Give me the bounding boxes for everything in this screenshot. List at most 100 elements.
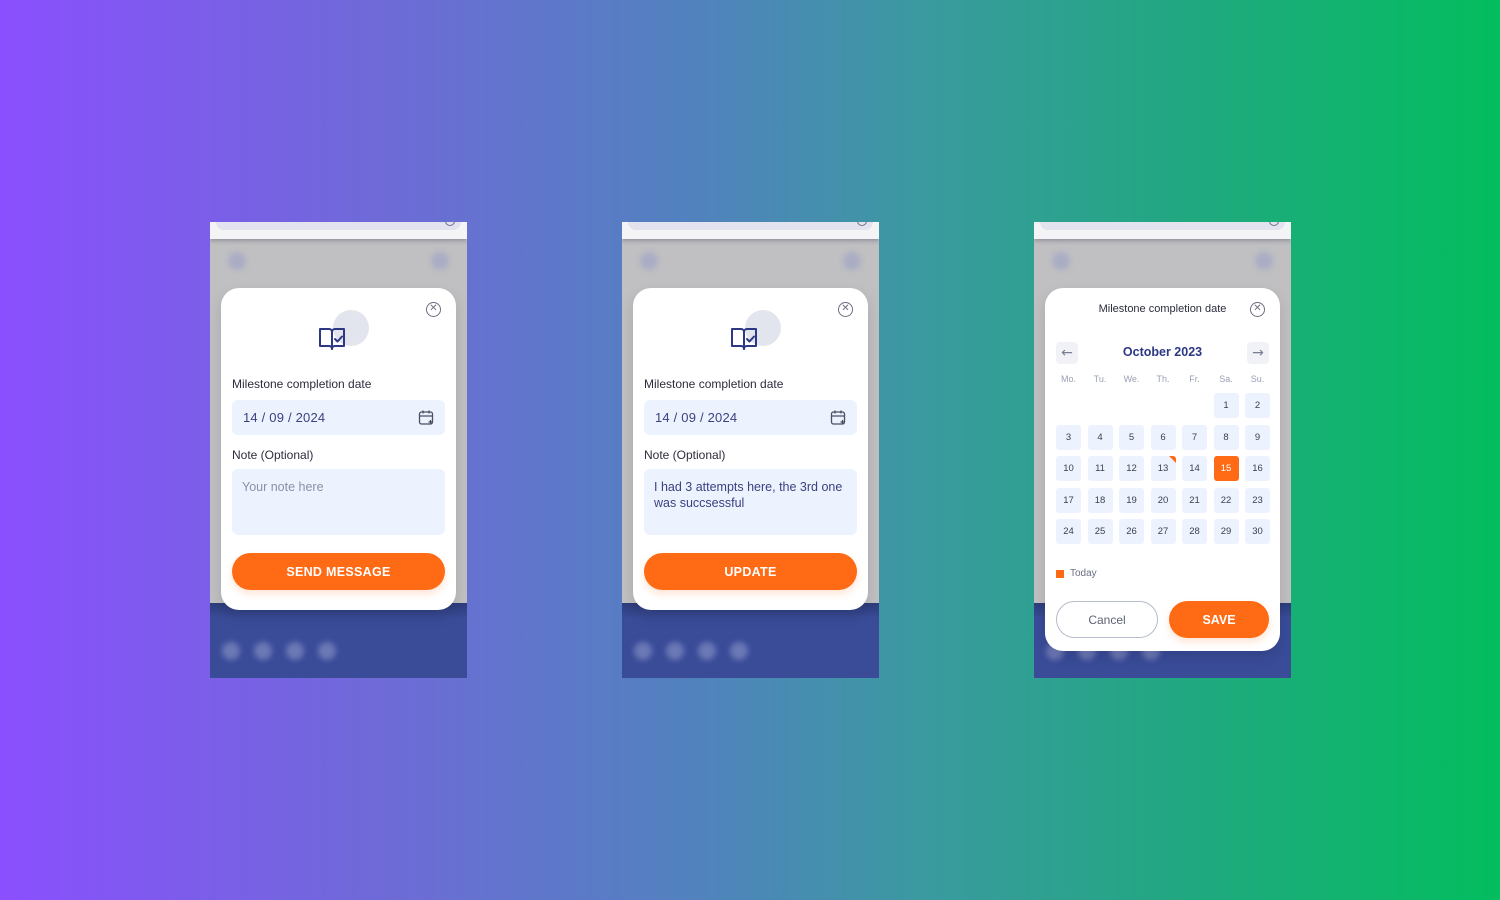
url-pill[interactable] xyxy=(1040,222,1285,230)
day-cell[interactable]: 27 xyxy=(1150,519,1176,544)
close-icon[interactable]: ✕ xyxy=(426,302,441,317)
weekday-header: Mo. Tu. We. Th. Fr. Sa. Su. xyxy=(1056,374,1270,384)
close-icon[interactable]: ✕ xyxy=(1250,302,1265,317)
legend-label: Today xyxy=(1070,568,1097,579)
next-month-arrow-icon[interactable]: → xyxy=(1247,342,1269,364)
empty-day-cell xyxy=(1088,393,1113,418)
day-cell[interactable]: 6 xyxy=(1150,424,1176,450)
weekday-label: Su. xyxy=(1250,374,1265,384)
menu-icon-blurred xyxy=(640,252,658,270)
day-cell[interactable]: 13 xyxy=(1150,456,1176,481)
date-input[interactable]: 14 / 09 / 2024 xyxy=(232,400,445,435)
day-cell[interactable]: 9 xyxy=(1245,424,1270,450)
url-pill[interactable] xyxy=(628,222,873,230)
weekday-label: We. xyxy=(1123,374,1140,384)
nav-dot xyxy=(634,642,652,660)
calendar-grid: 1 2 3 4 5 6 7 8 9 10 11 12 13 14 15 16 17 18 19 20 21 22 23 24 2… xyxy=(1056,393,1270,544)
phone-screen-filled-form: ✕ Milestone completion date 14 / 09 / 20… xyxy=(622,222,879,678)
day-cell[interactable]: 2 xyxy=(1245,393,1270,418)
weekday-label: Fr. xyxy=(1189,374,1200,384)
profile-icon-blurred xyxy=(431,252,449,270)
day-cell[interactable]: 25 xyxy=(1087,519,1113,544)
calendar-plus-icon[interactable] xyxy=(418,409,435,426)
day-cell[interactable]: 3 xyxy=(1056,424,1081,450)
profile-icon-blurred xyxy=(1255,252,1273,270)
update-button[interactable]: UPDATE xyxy=(644,553,857,590)
day-cell[interactable]: 28 xyxy=(1182,519,1207,544)
day-cell[interactable]: 11 xyxy=(1087,456,1113,481)
today-swatch xyxy=(1056,569,1064,578)
day-cell[interactable]: 30 xyxy=(1245,519,1270,544)
milestone-modal: ✕ Milestone completion date 14 / 09 / 20… xyxy=(221,288,456,610)
day-cell[interactable]: 29 xyxy=(1213,519,1239,544)
send-message-button[interactable]: SEND MESSAGE xyxy=(232,553,445,590)
day-cell[interactable]: 23 xyxy=(1245,487,1270,513)
day-cell[interactable]: 8 xyxy=(1213,424,1239,450)
bottom-nav-blurred xyxy=(622,603,879,678)
date-input[interactable]: 14 / 09 / 2024 xyxy=(644,400,857,435)
empty-day-cell xyxy=(1119,393,1144,418)
milestone-hero xyxy=(309,310,369,354)
date-label: Milestone completion date xyxy=(644,377,784,391)
empty-day-cell xyxy=(1056,393,1081,418)
bottom-nav-blurred xyxy=(210,603,467,678)
nav-dot xyxy=(254,642,272,660)
weekday-label: Th. xyxy=(1156,374,1170,384)
day-cell[interactable]: 5 xyxy=(1119,424,1144,450)
nav-dot xyxy=(730,642,748,660)
day-cell[interactable]: 18 xyxy=(1087,487,1113,513)
legend: Today xyxy=(1056,568,1097,579)
note-label: Note (Optional) xyxy=(644,448,726,462)
browser-address-bar xyxy=(622,222,879,239)
phone-screen-date-picker: Milestone completion date ✕ ← October 20… xyxy=(1034,222,1291,678)
day-cell[interactable]: 7 xyxy=(1182,424,1207,450)
nav-dot xyxy=(222,642,240,660)
date-picker-modal: Milestone completion date ✕ ← October 20… xyxy=(1045,288,1280,651)
day-cell[interactable]: 16 xyxy=(1245,456,1270,481)
date-label: Milestone completion date xyxy=(232,377,372,391)
note-textarea[interactable]: I had 3 attempts here, the 3rd one was s… xyxy=(644,469,857,535)
close-icon[interactable]: ✕ xyxy=(838,302,853,317)
nav-dot xyxy=(318,642,336,660)
save-button[interactable]: SAVE xyxy=(1169,601,1269,638)
day-cell[interactable]: 20 xyxy=(1150,487,1176,513)
book-check-icon xyxy=(318,328,345,350)
day-cell[interactable]: 4 xyxy=(1087,424,1113,450)
day-cell[interactable]: 1 xyxy=(1213,393,1239,418)
url-pill[interactable] xyxy=(216,222,461,230)
nav-dot xyxy=(286,642,304,660)
browser-address-bar xyxy=(1034,222,1291,239)
calendar-plus-icon[interactable] xyxy=(830,409,847,426)
date-value: 14 / 09 / 2024 xyxy=(655,410,738,425)
day-cell[interactable]: 12 xyxy=(1119,456,1144,481)
day-cell-selected[interactable]: 15 xyxy=(1213,456,1239,481)
note-textarea[interactable]: Your note here xyxy=(232,469,445,535)
day-cell[interactable]: 26 xyxy=(1119,519,1144,544)
empty-day-cell xyxy=(1182,393,1207,418)
date-picker-title: Milestone completion date xyxy=(1098,303,1227,315)
menu-icon-blurred xyxy=(1052,252,1070,270)
note-label: Note (Optional) xyxy=(232,448,314,462)
weekday-label: Mo. xyxy=(1060,374,1076,384)
day-cell[interactable]: 10 xyxy=(1056,456,1081,481)
day-cell[interactable]: 17 xyxy=(1056,487,1081,513)
day-cell[interactable]: 14 xyxy=(1182,456,1207,481)
day-cell[interactable]: 24 xyxy=(1056,519,1081,544)
day-cell[interactable]: 19 xyxy=(1119,487,1144,513)
book-check-icon xyxy=(730,328,757,350)
milestone-modal: ✕ Milestone completion date 14 / 09 / 20… xyxy=(633,288,868,610)
menu-icon-blurred xyxy=(228,252,246,270)
milestone-hero xyxy=(721,310,781,354)
day-cell[interactable]: 22 xyxy=(1213,487,1239,513)
empty-day-cell xyxy=(1151,393,1176,418)
nav-dot xyxy=(698,642,716,660)
phone-screen-empty-form: ✕ Milestone completion date 14 / 09 / 20… xyxy=(210,222,467,678)
browser-address-bar xyxy=(210,222,467,239)
day-cell[interactable]: 21 xyxy=(1182,487,1207,513)
date-value: 14 / 09 / 2024 xyxy=(243,410,326,425)
month-label: October 2023 xyxy=(1122,345,1203,359)
profile-icon-blurred xyxy=(843,252,861,270)
nav-dot xyxy=(666,642,684,660)
date-picker-actions: Cancel SAVE xyxy=(1056,601,1269,638)
cancel-button[interactable]: Cancel xyxy=(1056,601,1158,638)
